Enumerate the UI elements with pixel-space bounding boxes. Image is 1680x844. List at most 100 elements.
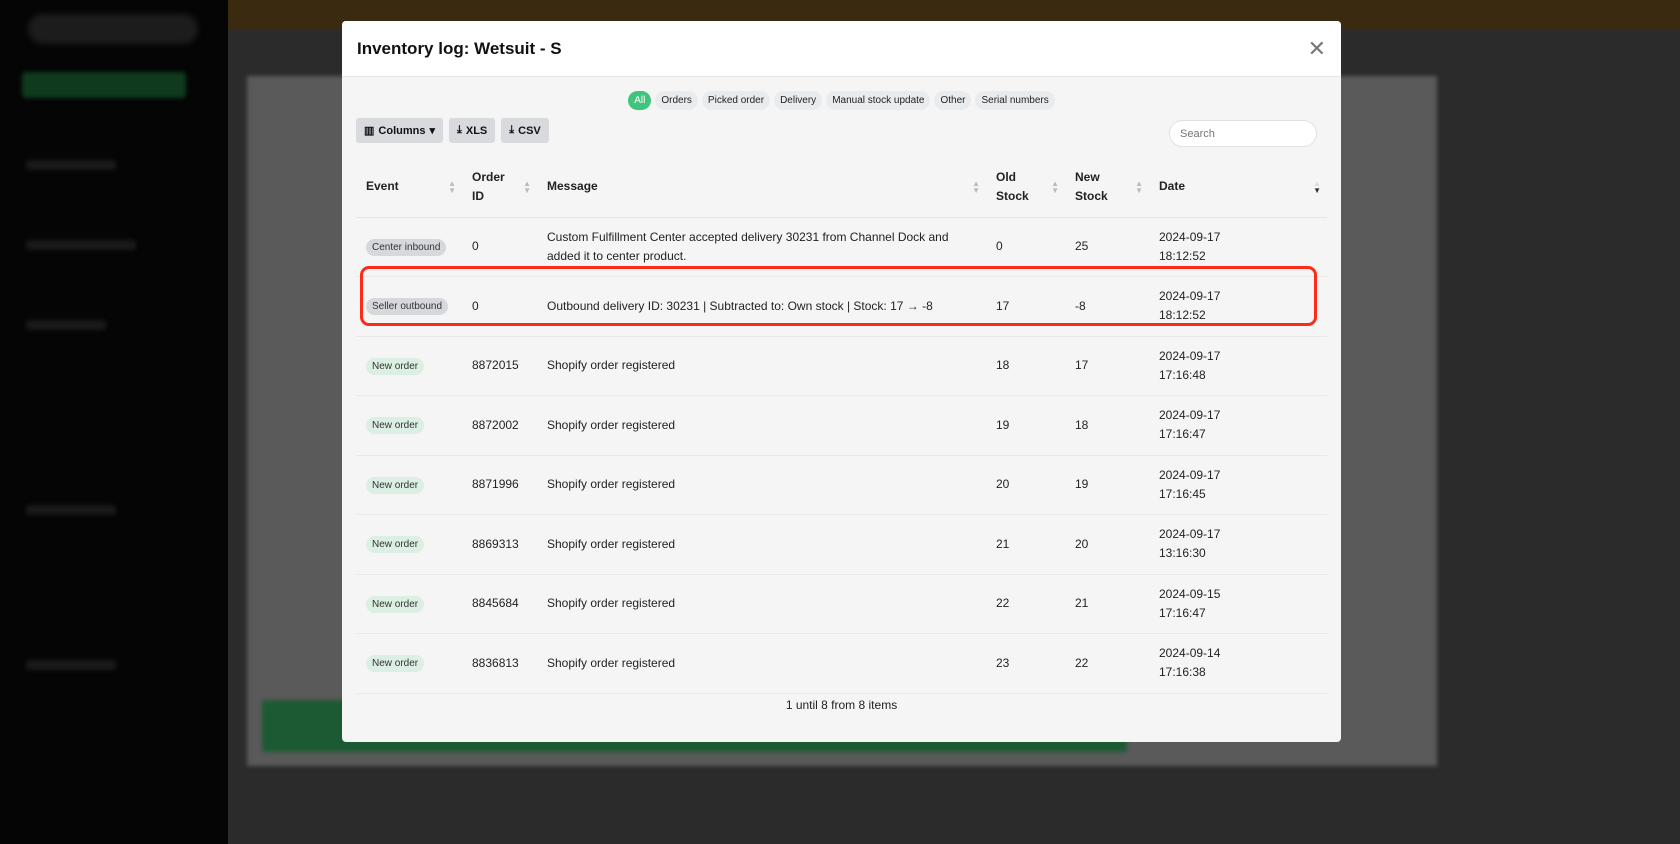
column-header-date[interactable]: Date ▲ ▼: [1149, 157, 1327, 218]
event-badge: Seller outbound: [366, 298, 449, 316]
new-stock-cell: 18: [1065, 395, 1149, 456]
filter-picked-order[interactable]: Picked order: [701, 91, 771, 110]
old-stock-cell: 21: [986, 514, 1065, 575]
time: 17:16:38: [1159, 665, 1206, 680]
event-badge: New order: [366, 595, 425, 613]
chevron-down-icon: ▾: [429, 125, 435, 137]
time: 18:12:52: [1159, 308, 1206, 323]
column-header-order-id[interactable]: Order ID ▲ ▼: [462, 157, 537, 218]
columns-icon: ▥: [364, 125, 375, 137]
header-label: Message: [547, 179, 598, 194]
filter-other[interactable]: Other: [934, 91, 972, 110]
time: 17:16:48: [1159, 367, 1206, 382]
date-cell: 2024-09-17 18:12:52: [1149, 276, 1327, 337]
new-stock-cell: 19: [1065, 455, 1149, 515]
event-badge: New order: [366, 536, 425, 554]
old-stock-cell: 18: [986, 336, 1065, 396]
xls-button[interactable]: ⤓ XLS: [449, 118, 496, 143]
message-cell: Shopify order registered: [537, 455, 986, 515]
new-stock-cell: -8: [1065, 276, 1149, 337]
table-row: New order 8845684 Shopify order register…: [356, 574, 1327, 634]
bg-line: [26, 320, 106, 330]
sort-icon[interactable]: ▲ ▼: [972, 179, 980, 194]
bg-line: [26, 660, 116, 670]
sort-icon[interactable]: ▲ ▼: [1135, 179, 1143, 194]
filter-orders[interactable]: Orders: [655, 91, 698, 110]
header-label: Old Stock: [996, 169, 1029, 203]
old-stock-cell: 20: [986, 455, 1065, 515]
column-header-message[interactable]: Message ▲ ▼: [537, 157, 986, 218]
logo: [28, 14, 198, 44]
event-badge: New order: [366, 357, 425, 375]
modal-title: Inventory log: Wetsuit - S: [357, 38, 562, 58]
filter-manual-stock-update[interactable]: Manual stock update: [826, 91, 931, 110]
bg-line: [26, 505, 116, 515]
old-stock-cell: 23: [986, 633, 1065, 694]
header-label: Date: [1159, 179, 1186, 194]
filter-serial-numbers[interactable]: Serial numbers: [975, 91, 1055, 110]
date-cell: 2024-09-17 13:16:30: [1149, 514, 1327, 575]
event-badge: New order: [366, 655, 425, 673]
background-button: [22, 72, 186, 98]
table-row: New order 8871996 Shopify order register…: [356, 455, 1327, 515]
message-cell: Shopify order registered: [537, 574, 986, 634]
column-header-old-stock[interactable]: Old Stock ▲ ▼: [986, 157, 1065, 218]
event-cell: Seller outbound: [356, 276, 462, 337]
event-cell: New order: [356, 395, 462, 456]
order-id-cell: 8869313: [462, 514, 537, 575]
sort-icon[interactable]: ▲ ▼: [1051, 179, 1059, 194]
table-row: New order 8872002 Shopify order register…: [356, 395, 1327, 456]
sort-icon[interactable]: ▲ ▼: [448, 179, 456, 194]
event-badge: New order: [366, 417, 425, 435]
sort-icon[interactable]: ▲ ▼: [523, 179, 531, 194]
message-cell: Shopify order registered: [537, 633, 986, 694]
inventory-log-modal: Inventory log: Wetsuit - S ✕ All Orders Pi…: [342, 21, 1341, 742]
header-label: Order ID: [472, 169, 505, 203]
toolbar: ▥ Columns ▾ ⤓ XLS ⤓ CSV: [356, 118, 1327, 147]
order-id-cell: 8836813: [462, 633, 537, 694]
message-cell: Outbound delivery ID: 30231 | Subtracted…: [537, 276, 986, 337]
date: 2024-09-17: [1159, 348, 1221, 363]
header-label: Event: [366, 179, 399, 194]
event-badge: New order: [366, 476, 425, 494]
date: 2024-09-17: [1159, 467, 1221, 482]
event-cell: New order: [356, 336, 462, 396]
date-cell: 2024-09-17 17:16:45: [1149, 455, 1327, 515]
date-cell: 2024-09-17 17:16:48: [1149, 336, 1327, 396]
old-stock-cell: 19: [986, 395, 1065, 456]
event-cell: Center inbound: [356, 217, 462, 277]
columns-button[interactable]: ▥ Columns ▾: [356, 118, 443, 143]
table-row: Seller outbound 0 Outbound delivery ID: …: [356, 276, 1327, 337]
date: 2024-09-17: [1159, 229, 1221, 244]
old-stock-cell: 17: [986, 276, 1065, 337]
column-header-event[interactable]: Event ▲ ▼: [356, 157, 462, 218]
table-row: New order 8836813 Shopify order register…: [356, 633, 1327, 694]
old-stock-cell: 22: [986, 574, 1065, 634]
event-cell: New order: [356, 455, 462, 515]
new-stock-cell: 20: [1065, 514, 1149, 575]
search-input[interactable]: [1169, 120, 1317, 147]
download-icon: ⤓: [457, 124, 462, 136]
date: 2024-09-17: [1159, 408, 1221, 423]
message-cell: Shopify order registered: [537, 514, 986, 575]
column-header-new-stock[interactable]: New Stock ▲ ▼: [1065, 157, 1149, 218]
csv-button[interactable]: ⤓ CSV: [501, 118, 549, 143]
table-row: Center inbound 0 Custom Fulfillment Cent…: [356, 217, 1327, 277]
close-icon[interactable]: ✕: [1308, 36, 1326, 62]
filter-delivery[interactable]: Delivery: [774, 91, 823, 110]
message-cell: Shopify order registered: [537, 336, 986, 396]
event-badge: Center inbound: [366, 238, 447, 256]
message-cell: Custom Fulfillment Center accepted deliv…: [537, 217, 986, 277]
header-label: New Stock: [1075, 169, 1108, 203]
order-id-cell: 8872002: [462, 395, 537, 456]
background-sidebar: [0, 0, 228, 844]
sort-icon[interactable]: ▲ ▼: [1313, 179, 1321, 194]
time: 17:16:47: [1159, 427, 1206, 442]
xls-label: XLS: [465, 124, 488, 137]
table-row: New order 8869313 Shopify order register…: [356, 514, 1327, 575]
filter-all[interactable]: All: [628, 91, 652, 110]
order-id-cell: 8845684: [462, 574, 537, 634]
table-row: New order 8872015 Shopify order register…: [356, 336, 1327, 396]
inventory-log-table: Event ▲ ▼ Order ID ▲ ▼ Message ▲ ▼ Old Stock ▲ ▼ New…: [356, 157, 1327, 694]
modal-header: Inventory log: Wetsuit - S ✕: [342, 21, 1341, 77]
